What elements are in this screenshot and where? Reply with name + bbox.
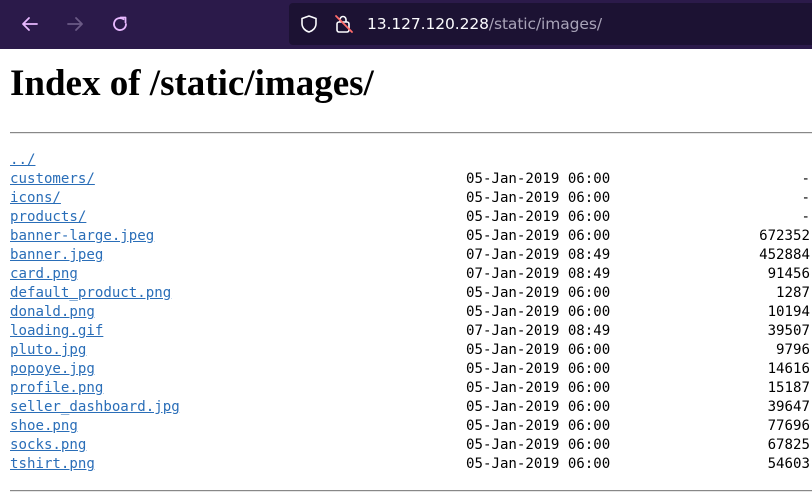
file-link[interactable]: banner.jpeg [10,246,103,265]
shield-icon[interactable] [299,14,319,38]
list-item: shoe.png 05-Jan-2019 06:00 77696 [10,417,812,436]
parent-directory-row: ../ [10,151,812,170]
list-item: seller_dashboard.jpg 05-Jan-2019 06:00 396… [10,398,812,417]
file-size: 39507 [767,323,810,339]
file-link[interactable]: products/ [10,208,86,227]
modified-date: 05-Jan-2019 06:00 [466,209,611,225]
modified-date: 05-Jan-2019 06:00 [466,304,611,320]
file-size: - [801,171,811,187]
list-item: tshirt.png 05-Jan-2019 06:00 54603 [10,455,812,474]
file-link[interactable]: loading.gif [10,322,103,341]
forward-button[interactable] [61,10,89,38]
file-size: - [801,190,811,206]
back-button[interactable] [16,10,44,38]
list-item: customers/05-Jan-2019 06:00 - [10,170,812,189]
file-size: 672352 [759,228,810,244]
list-item: icons/05-Jan-2019 06:00 - [10,189,812,208]
file-link[interactable]: customers/ [10,170,95,189]
insecure-lock-icon[interactable] [333,13,355,39]
modified-date: 07-Jan-2019 08:49 [466,247,611,263]
browser-toolbar: 13.127.120.228/static/images/ [0,0,812,49]
file-size: 14616 [767,361,810,377]
modified-date: 05-Jan-2019 06:00 [466,399,611,415]
back-arrow-icon [20,14,40,34]
file-link[interactable]: shoe.png [10,417,78,436]
file-size: 452884 [759,247,810,263]
file-size: 67825 [767,437,810,453]
file-size: 39647 [767,399,810,415]
modified-date: 05-Jan-2019 06:00 [466,171,611,187]
file-size: 77696 [767,418,810,434]
list-item: banner-large.jpeg 05-Jan-2019 06:00 672352 [10,227,812,246]
reload-icon [110,14,130,34]
file-listing: ../ customers/05-Jan-2019 06:00- icons/05… [10,151,812,474]
file-size: 9796 [776,342,810,358]
modified-date: 05-Jan-2019 06:00 [466,361,611,377]
file-size: - [801,209,811,225]
modified-date: 05-Jan-2019 06:00 [466,285,611,301]
file-link[interactable]: default_product.png [10,284,171,303]
modified-date: 07-Jan-2019 08:49 [466,323,611,339]
modified-date: 05-Jan-2019 06:00 [466,228,611,244]
file-link[interactable]: banner-large.jpeg [10,227,154,246]
list-item: popoye.jpg 05-Jan-2019 06:00 14616 [10,360,812,379]
parent-directory-link[interactable]: ../ [10,151,35,170]
modified-date: 05-Jan-2019 06:00 [466,418,611,434]
file-size: 15187 [767,380,810,396]
url-path: /static/images/ [488,15,602,33]
file-link[interactable]: icons/ [10,189,61,208]
modified-date: 05-Jan-2019 06:00 [466,437,611,453]
modified-date: 05-Jan-2019 06:00 [466,342,611,358]
list-item: loading.gif 07-Jan-2019 08:49 39507 [10,322,812,341]
file-link[interactable]: popoye.jpg [10,360,95,379]
top-divider [10,132,812,134]
list-item: products/05-Jan-2019 06:00 - [10,208,812,227]
list-item: profile.png 05-Jan-2019 06:00 15187 [10,379,812,398]
forward-arrow-icon [65,14,85,34]
file-size: 10194 [767,304,810,320]
file-link[interactable]: profile.png [10,379,103,398]
file-link[interactable]: seller_dashboard.jpg [10,398,180,417]
file-size: 54603 [767,456,810,472]
list-item: socks.png 05-Jan-2019 06:00 67825 [10,436,812,455]
bottom-divider [10,490,812,492]
directory-listing-page: Index of /static/images/ ../ customers/0… [0,49,812,497]
modified-date: 05-Jan-2019 06:00 [466,190,611,206]
list-item: default_product.png 05-Jan-2019 06:00 1287 [10,284,812,303]
file-link[interactable]: tshirt.png [10,455,95,474]
list-item: donald.png 05-Jan-2019 06:00 10194 [10,303,812,322]
address-bar[interactable]: 13.127.120.228/static/images/ [289,3,812,45]
file-link[interactable]: card.png [10,265,78,284]
list-item: card.png 07-Jan-2019 08:49 91456 [10,265,812,284]
file-size: 1287 [776,285,810,301]
list-item: pluto.jpg 05-Jan-2019 06:00 9796 [10,341,812,360]
file-link[interactable]: pluto.jpg [10,341,86,360]
url-text[interactable]: 13.127.120.228/static/images/ [367,14,602,34]
modified-date: 07-Jan-2019 08:49 [466,266,611,282]
file-size: 91456 [767,266,810,282]
reload-button[interactable] [106,10,134,38]
modified-date: 05-Jan-2019 06:00 [466,380,611,396]
file-link[interactable]: donald.png [10,303,95,322]
list-item: banner.jpeg 07-Jan-2019 08:49 452884 [10,246,812,265]
file-link[interactable]: socks.png [10,436,86,455]
url-host: 13.127.120.228 [367,15,489,33]
page-title: Index of /static/images/ [10,63,374,104]
modified-date: 05-Jan-2019 06:00 [466,456,611,472]
